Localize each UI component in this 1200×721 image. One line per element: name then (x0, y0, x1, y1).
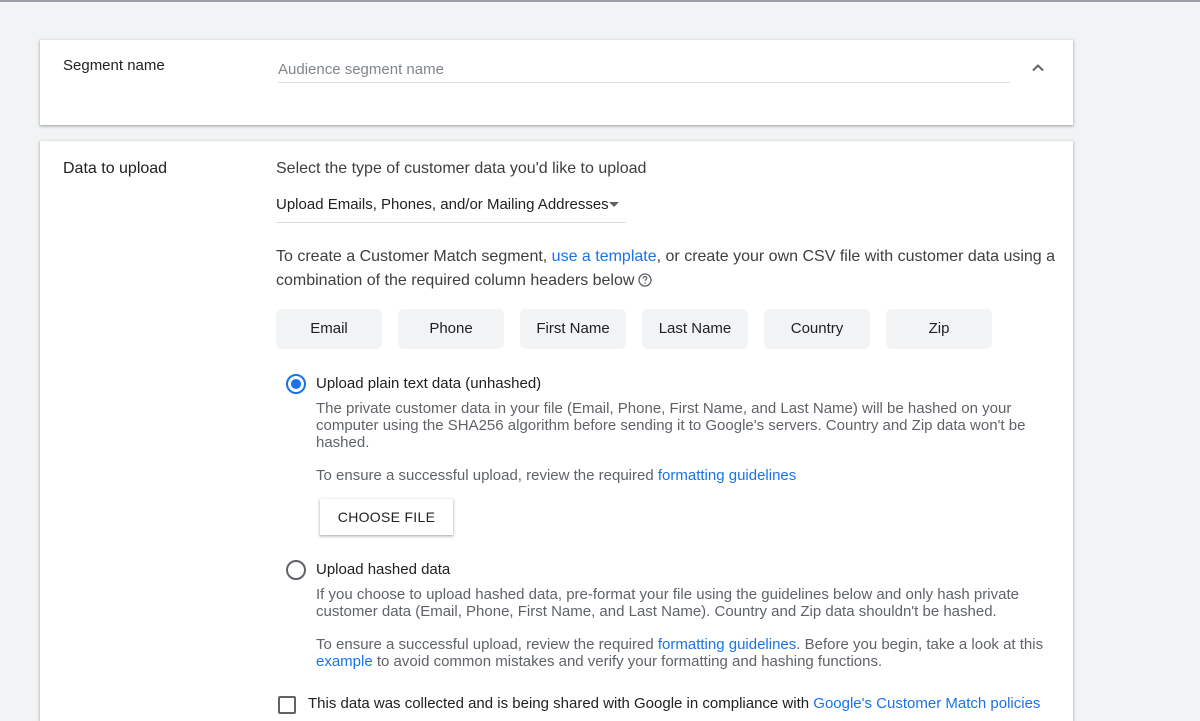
customer-match-policies-link[interactable]: Google's Customer Match policies (813, 695, 1040, 712)
column-chip-zip: Zip (886, 309, 992, 349)
hashed-guideline-text: To ensure a successful upload, review th… (316, 636, 658, 653)
segment-name-label: Segment name (63, 57, 165, 74)
help-icon[interactable] (638, 271, 653, 287)
column-chip-email: Email (276, 309, 382, 349)
consent-text: This data was collected and is being sha… (308, 695, 1068, 712)
use-template-link[interactable]: use a template (552, 248, 657, 265)
template-intro: To create a Customer Match segment, use … (276, 245, 1056, 293)
top-divider (0, 0, 1200, 2)
consent-checkbox[interactable] (278, 696, 296, 714)
hashed-description: If you choose to upload hashed data, pre… (316, 586, 1019, 620)
consent-label: This data was collected and is being sha… (308, 695, 814, 712)
plain-guideline-text: To ensure a successful upload, review th… (316, 467, 658, 484)
formatting-guidelines-link[interactable]: formatting guidelines (658, 467, 796, 484)
data-upload-label: Data to upload (63, 160, 168, 177)
upload-type-dropdown[interactable]: Upload Emails, Phones, and/or Mailing Ad… (276, 192, 626, 223)
column-headers: Email Phone First Name Last Name Country… (276, 309, 1036, 349)
column-chip-phone: Phone (398, 309, 504, 349)
dropdown-arrow-icon (609, 202, 619, 207)
hashed-guidelines: To ensure a successful upload, review th… (316, 636, 1046, 670)
chevron-up-icon[interactable] (1028, 58, 1048, 78)
column-chip-first-name: First Name (520, 309, 626, 349)
column-chip-last-name: Last Name (642, 309, 748, 349)
radio-plain-text[interactable] (286, 374, 306, 394)
radio-hashed[interactable] (286, 560, 306, 580)
segment-name-input[interactable] (278, 56, 1010, 83)
example-link[interactable]: example (316, 653, 373, 670)
data-upload-card: Data to upload Select the type of custom… (40, 141, 1073, 721)
hashed-formatting-guidelines-link[interactable]: formatting guidelines (658, 636, 796, 653)
plain-text-guidelines: To ensure a successful upload, review th… (316, 467, 1046, 484)
hashed-guideline-end: to avoid common mistakes and verify your… (372, 653, 883, 670)
segment-name-card: Segment name (40, 40, 1073, 125)
hashed-guideline-mid: . Before you begin, take a look at this (796, 636, 1044, 653)
plain-text-option-title: Upload plain text data (unhashed) (316, 375, 542, 392)
intro-text-start: To create a Customer Match segment, (276, 248, 552, 265)
hashed-option-title: Upload hashed data (316, 561, 451, 578)
dropdown-value: Upload Emails, Phones, and/or Mailing Ad… (276, 196, 609, 213)
choose-file-button[interactable]: CHOOSE FILE (320, 499, 453, 535)
upload-type-heading: Select the type of customer data you'd l… (276, 160, 647, 177)
plain-text-description: The private customer data in your file (… (316, 400, 1026, 451)
column-chip-country: Country (764, 309, 870, 349)
